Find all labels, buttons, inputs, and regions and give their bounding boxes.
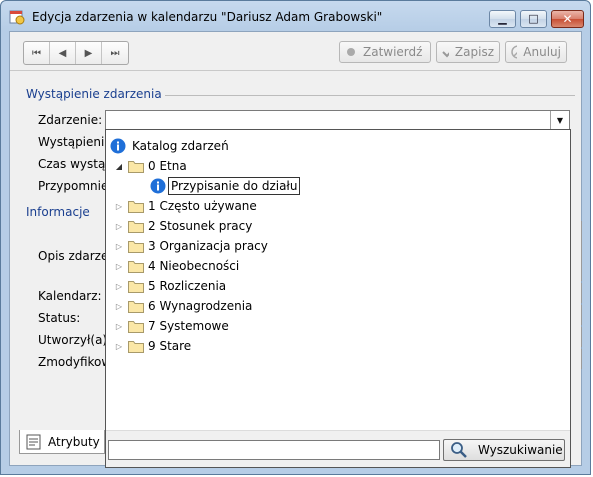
event-combobox[interactable]: ▼ [105,110,570,130]
calendar-app-icon [9,10,25,25]
cancel-label: Anuluj [523,45,561,59]
collapsed-arrow-icon: ▷ [115,321,123,331]
tree-item-1[interactable]: Przypisanie do działu [150,176,301,196]
collapsed-arrow-icon: ▷ [115,221,123,231]
search-button[interactable]: Wyszukiwanie [443,439,565,461]
cancel-icon [511,45,518,59]
folder-icon [128,200,144,213]
info-icon [150,178,166,194]
toolbar: ⏮ ◀ ▶ ⏭ Zatwierdź Zapisz Anuluj [10,32,581,70]
tree-item-4[interactable]: ▷ 3 Organizacja pracy [114,236,268,256]
event-label: Zdarzenie: [38,113,103,127]
status-label: Status: [38,311,81,325]
close-button[interactable]: ✕ [551,10,584,28]
tree-item-label: 7 Systemowe [148,319,229,333]
collapsed-arrow-icon: ▷ [115,201,123,211]
first-icon: ⏮ [32,47,41,59]
folder-icon [128,320,144,333]
attributes-icon [26,434,41,449]
tree-item-label: 5 Rozliczenia [148,279,227,293]
tree-item-label: 2 Stosunek pracy [148,219,253,233]
first-record-button[interactable]: ⏮ [24,42,50,64]
collapsed-arrow-icon: ▷ [115,341,123,351]
title-bar[interactable]: Edycja zdarzenia w kalendarzu "Dariusz A… [1,1,590,31]
next-icon: ▶ [84,47,93,59]
tree-item-8[interactable]: ▷ 7 Systemowe [114,316,229,336]
folder-icon [128,240,144,253]
confirm-label: Zatwierdź [363,45,423,59]
tab-attributes[interactable]: Atrybuty [19,430,105,454]
info-section-header: Informacje [26,205,90,219]
tree-item-label-selected: Przypisanie do działu [168,177,301,195]
tab-attributes-label: Atrybuty [48,434,100,449]
tree-item-9[interactable]: ▷ 9 Stare [114,336,191,356]
cancel-button[interactable]: Anuluj [505,41,567,63]
dropdown-arrow-button[interactable]: ▼ [550,111,569,129]
status-field-edge [579,305,582,325]
tree-item-7[interactable]: ▷ 6 Wynagrodzenia [114,296,252,316]
magnifier-icon [451,442,467,458]
modified-by-label: Zmodyfikow [38,355,112,369]
tree-root[interactable]: Katalog zdarzeń [110,136,229,156]
folder-icon [128,220,144,233]
tree-item-3[interactable]: ▷ 2 Stosunek pracy [114,216,252,236]
search-button-label: Wyszukiwanie [478,443,563,457]
folder-icon [128,280,144,293]
checkmark-icon [442,51,449,58]
occurrence-section-header: Wystąpienie zdarzenia [26,87,162,101]
calendar-field-edge [579,283,582,303]
expanded-arrow-icon: ◢ [115,161,123,171]
created-field-edge [579,327,582,347]
event-catalog-tree: Katalog zdarzeń ◢ 0 Etna Przypisanie do … [106,130,570,431]
description-field-edge [579,221,582,281]
minimize-icon: ▁ [498,12,507,25]
tree-root-label: Katalog zdarzeń [132,139,229,153]
folder-icon [128,260,144,273]
modified-field-edge [579,349,582,369]
collapsed-arrow-icon: ▷ [115,281,123,291]
last-record-button[interactable]: ⏭ [102,42,128,64]
confirm-icon [347,48,355,56]
occurrence-label: Wystąpienie [38,135,112,149]
tree-item-2[interactable]: ▷ 1 Często używane [114,196,257,216]
tree-item-label: 6 Wynagrodzenia [148,299,253,313]
created-by-label: Utworzył(a): [38,333,112,347]
maximize-icon: □ [528,12,539,25]
dialog-window: Edycja zdarzenia w kalendarzu "Dariusz A… [0,0,591,475]
tree-item-5[interactable]: ▷ 4 Nieobecności [114,256,239,276]
collapsed-arrow-icon: ▷ [115,241,123,251]
tree-item-label: 9 Stare [148,339,192,353]
folder-icon [128,340,144,353]
maximize-button[interactable]: □ [520,10,547,28]
last-icon: ⏭ [110,47,120,59]
tree-item-label: 1 Często używane [148,199,257,213]
info-icon [110,138,126,154]
dropdown-search-bar: Wyszukiwanie [106,430,570,467]
next-record-button[interactable]: ▶ [76,42,102,64]
save-button[interactable]: Zapisz [436,41,500,63]
previous-icon: ◀ [58,47,67,59]
event-catalog-dropdown: Katalog zdarzeń ◢ 0 Etna Przypisanie do … [105,129,571,468]
collapsed-arrow-icon: ▷ [115,301,123,311]
previous-record-button[interactable]: ◀ [50,42,76,64]
tree-item-label: 4 Nieobecności [148,259,240,273]
record-navigation: ⏮ ◀ ▶ ⏭ [23,41,129,65]
tree-item-0[interactable]: ◢ 0 Etna [114,156,187,176]
chevron-down-icon: ▼ [556,115,564,125]
search-input[interactable] [108,440,440,460]
tree-item-label: 0 Etna [148,159,187,173]
calendar-label: Kalendarz: [38,289,102,303]
minimize-button[interactable]: ▁ [489,10,516,28]
tree-item-label: 3 Organizacja pracy [148,239,268,253]
tree-item-6[interactable]: ▷ 5 Rozliczenia [114,276,226,296]
collapsed-arrow-icon: ▷ [115,261,123,271]
folder-icon [128,160,144,173]
close-icon: ✕ [562,12,573,26]
confirm-button[interactable]: Zatwierdź [339,41,431,63]
folder-icon [128,300,144,313]
save-label: Zapisz [454,45,494,59]
occurrence-section-rule [165,95,575,96]
window-title: Edycja zdarzenia w kalendarzu "Dariusz A… [32,10,383,24]
